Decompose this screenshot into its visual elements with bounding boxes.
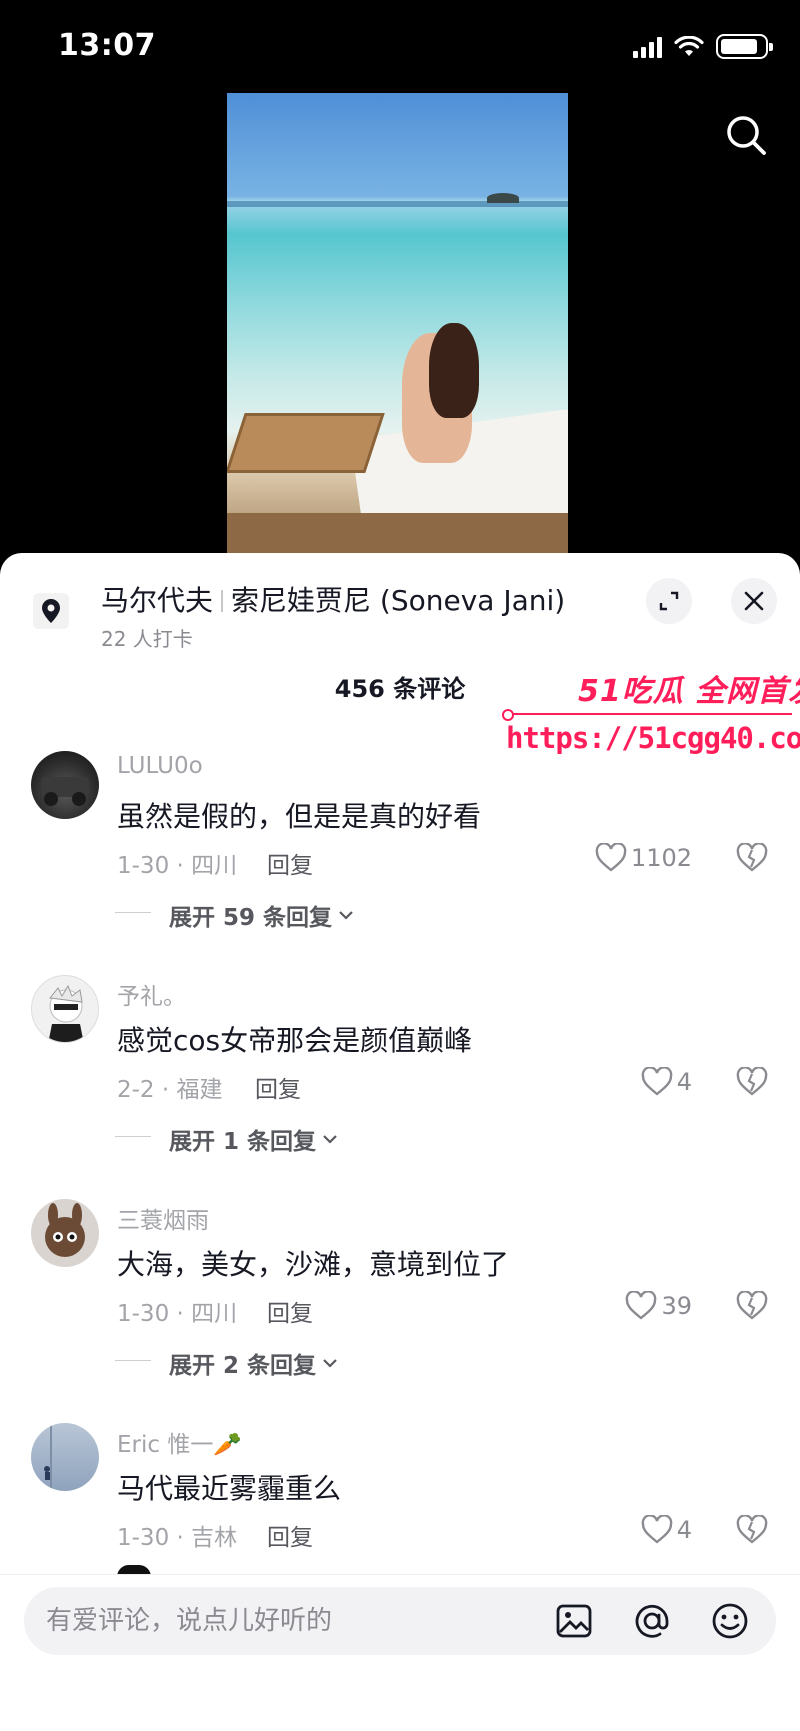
watermark-url: https://51cgg40.com <box>506 721 800 755</box>
emoji-button[interactable] <box>710 1601 750 1641</box>
avatar[interactable] <box>31 751 99 819</box>
location-place: 索尼娃贾尼 (Soneva Jani) <box>231 584 566 617</box>
comment-text: 马代最近雾霾重么 <box>117 1472 342 1505</box>
image-icon <box>556 1604 592 1638</box>
expand-button[interactable] <box>646 578 692 624</box>
battery-icon <box>716 34 773 59</box>
reply-button[interactable]: 回复 <box>267 846 313 880</box>
expand-replies-label: 展开 1 条回复 <box>169 1129 317 1155</box>
island <box>487 193 519 203</box>
reply-button[interactable]: 回复 <box>267 1294 313 1328</box>
comment-username[interactable]: LULU0o <box>117 753 203 779</box>
avatar[interactable] <box>31 975 99 1043</box>
broken-heart-icon <box>736 1290 768 1320</box>
search-button[interactable] <box>718 108 774 164</box>
dislike-button[interactable] <box>736 1066 768 1101</box>
location-pin-icon[interactable] <box>33 593 69 629</box>
image-button[interactable] <box>554 1601 594 1641</box>
comment-username[interactable]: Eric 惟一🥕 <box>117 1425 242 1459</box>
watermark-line <box>502 709 792 721</box>
comment-text: 感觉cos女帝那会是颜值巅峰 <box>117 1024 473 1057</box>
comment-username[interactable]: 三蓑烟雨 <box>117 1201 209 1235</box>
like-count: 4 <box>676 1516 692 1544</box>
status-bar: 13:07 <box>0 0 800 95</box>
chevron-down-icon <box>339 911 353 920</box>
video-player[interactable] <box>227 93 568 563</box>
dislike-button[interactable] <box>736 842 768 877</box>
location-title[interactable]: 马尔代夫 索尼娃贾尼 (Soneva Jani) <box>101 579 565 619</box>
at-icon <box>635 1604 669 1638</box>
location-region: 马尔代夫 <box>101 584 214 617</box>
comment-input[interactable] <box>46 1587 546 1655</box>
heart-icon <box>641 1515 673 1544</box>
wifi-icon <box>674 35 704 56</box>
comment-meta: 1-30 · 吉林 <box>117 1525 238 1551</box>
wooden-table <box>227 413 385 473</box>
comment-username[interactable]: 予礼。 <box>117 977 186 1011</box>
like-button[interactable]: 4 <box>641 1067 692 1097</box>
reply-button[interactable]: 回复 <box>255 1070 301 1104</box>
comment-sheet: 马尔代夫 索尼娃贾尼 (Soneva Jani) 22 人打卡 456 条评论 5… <box>0 553 800 1731</box>
chevron-down-icon <box>323 1135 337 1144</box>
like-button[interactable]: 39 <box>625 1291 692 1321</box>
like-count: 39 <box>661 1292 692 1320</box>
comment-input-box <box>24 1587 776 1655</box>
search-icon <box>727 115 766 155</box>
comment-meta: 1-30 · 四川 <box>117 853 238 879</box>
expand-replies[interactable]: 展开 2 条回复 <box>114 1346 338 1380</box>
person-hair <box>429 323 479 418</box>
status-icons <box>633 34 773 59</box>
dislike-button[interactable] <box>736 1514 768 1549</box>
heart-icon <box>641 1067 673 1096</box>
comment-text: 大海，美女，沙滩，意境到位了 <box>117 1248 510 1281</box>
dislike-button[interactable] <box>736 1290 768 1325</box>
expand-icon <box>659 591 679 611</box>
checkin-count: 22 人打卡 <box>101 627 193 651</box>
like-button[interactable]: 1102 <box>595 843 692 873</box>
emoji-icon <box>712 1603 748 1639</box>
like-count: 1102 <box>630 844 692 872</box>
comment-text: 虽然是假的，但是是真的好看 <box>117 800 482 833</box>
expand-replies[interactable]: 展开 59 条回复 <box>114 898 354 932</box>
heart-icon <box>626 1291 657 1320</box>
divider <box>221 590 224 612</box>
close-button[interactable] <box>731 578 777 624</box>
heart-icon <box>595 843 627 872</box>
comment-input-bar <box>0 1574 800 1731</box>
signal-icon <box>633 36 662 58</box>
broken-heart-icon <box>736 1514 768 1544</box>
broken-heart-icon <box>736 1066 768 1096</box>
expand-replies-label: 展开 59 条回复 <box>169 905 333 931</box>
comment-meta: 2-2 · 福建 <box>117 1077 223 1103</box>
status-time: 13:07 <box>58 28 156 63</box>
watermark-brand: 51吃瓜 全网首发 <box>578 674 800 709</box>
chevron-down-icon <box>323 1359 337 1368</box>
close-icon <box>744 591 764 611</box>
broken-heart-icon <box>736 842 768 872</box>
comment-meta: 1-30 · 四川 <box>117 1301 238 1327</box>
like-count: 4 <box>676 1068 692 1096</box>
mention-button[interactable] <box>632 1601 672 1641</box>
avatar[interactable] <box>31 1199 99 1267</box>
expand-replies[interactable]: 展开 1 条回复 <box>114 1122 338 1156</box>
expand-replies-label: 展开 2 条回复 <box>169 1353 317 1379</box>
like-button[interactable]: 4 <box>641 1515 692 1545</box>
avatar[interactable] <box>31 1423 99 1491</box>
reply-button[interactable]: 回复 <box>267 1518 313 1552</box>
